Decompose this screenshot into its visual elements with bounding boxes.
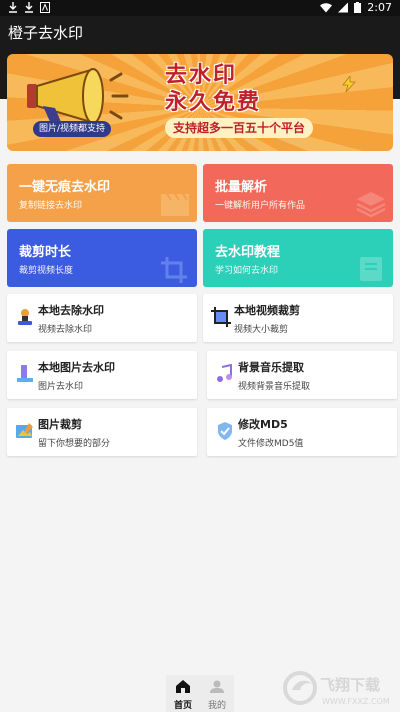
banner-headline: 去水印 永久免费 xyxy=(165,62,261,116)
app-title: 橙子去水印 xyxy=(8,24,84,42)
tool-subtitle: 视频大小裁剪 xyxy=(234,325,289,335)
site-watermark-logo: 飞翔下载 WWW.FXXZ.COM xyxy=(283,671,390,706)
crop-icon xyxy=(161,257,187,283)
feature-card-remove-watermark[interactable]: 一键无痕去水印 复制链接去水印 xyxy=(7,164,197,222)
tool-local-video-crop[interactable]: 本地视频裁剪 视频大小裁剪 xyxy=(203,294,393,342)
app-notification-icon xyxy=(40,2,50,13)
tool-local-image-remove-watermark[interactable]: 本地图片去水印 图片去水印 xyxy=(7,351,197,399)
music-note-icon xyxy=(217,364,232,382)
feature-card-title: 去水印教程 xyxy=(215,245,281,260)
clapperboard-icon xyxy=(161,193,189,216)
tool-local-remove-watermark[interactable]: 本地去除水印 视频去除水印 xyxy=(7,294,197,342)
tool-title: 背景音乐提取 xyxy=(238,361,304,374)
feature-card-subtitle: 复制链接去水印 xyxy=(19,201,83,211)
banner-headline-2: 永久免费 xyxy=(165,90,262,115)
signal-icon xyxy=(338,2,349,13)
nav-mine[interactable]: 我的 xyxy=(200,677,234,711)
watermark-text: 飞翔下载 xyxy=(320,676,380,694)
promo-banner[interactable]: 去水印 永久免费 图片/视频都支持 支持超多一百五十个平台 xyxy=(7,54,393,151)
home-icon xyxy=(176,680,190,693)
image-edit-icon xyxy=(16,423,33,438)
download-icon xyxy=(9,2,17,13)
tool-title: 本地视频裁剪 xyxy=(234,304,300,317)
tool-title: 本地图片去水印 xyxy=(38,361,115,374)
feature-card-subtitle: 一键解析用户所有作品 xyxy=(215,201,306,211)
feature-card-subtitle: 裁剪视频长度 xyxy=(19,266,74,276)
status-bar: 2:07 xyxy=(0,0,400,16)
watermark-url: WWW.FXXZ.COM xyxy=(322,697,390,706)
wifi-icon xyxy=(320,3,333,13)
megaphone-icon xyxy=(27,68,129,124)
tool-extract-bgm[interactable]: 背景音乐提取 视频背景音乐提取 xyxy=(207,351,397,399)
feature-card-title: 批量解析 xyxy=(215,180,268,195)
lightning-icon xyxy=(342,76,356,92)
tool-title: 图片裁剪 xyxy=(38,418,82,431)
banner-support: 支持超多一百五十个平台 xyxy=(165,118,314,138)
tool-subtitle: 视频背景音乐提取 xyxy=(238,382,311,392)
nav-home[interactable]: 首页 xyxy=(166,677,200,711)
bottom-nav: 首页 我的 xyxy=(166,675,234,712)
banner-headline-1: 去水印 xyxy=(165,63,238,88)
shield-icon xyxy=(218,422,232,440)
clock: 2:07 xyxy=(367,1,392,14)
download-icon xyxy=(25,2,33,13)
feature-card-tutorial[interactable]: 去水印教程 学习如何去水印 xyxy=(203,229,393,287)
feature-card-title: 裁剪时长 xyxy=(19,245,72,260)
stamp-icon xyxy=(18,309,32,325)
tool-subtitle: 图片去水印 xyxy=(38,382,84,392)
tool-modify-md5[interactable]: 修改MD5 文件修改MD5值 xyxy=(207,408,397,456)
feature-card-trim-duration[interactable]: 裁剪时长 裁剪视频长度 xyxy=(7,229,197,287)
book-icon xyxy=(360,257,382,281)
feature-card-subtitle: 学习如何去水印 xyxy=(215,266,279,276)
tool-title: 修改MD5 xyxy=(238,418,288,431)
banner-pill: 图片/视频都支持 xyxy=(33,121,112,137)
feature-card-batch-parse[interactable]: 批量解析 一键解析用户所有作品 xyxy=(203,164,393,222)
nav-home-label: 首页 xyxy=(173,701,192,711)
nav-mine-label: 我的 xyxy=(207,701,226,711)
feature-card-title: 一键无痕去水印 xyxy=(19,180,111,195)
user-icon xyxy=(210,680,224,693)
battery-icon xyxy=(354,2,362,13)
tool-image-crop[interactable]: 图片裁剪 留下你想要的部分 xyxy=(7,408,197,456)
tool-subtitle: 视频去除水印 xyxy=(38,325,93,335)
tool-subtitle: 留下你想要的部分 xyxy=(38,439,111,449)
layers-icon xyxy=(356,192,386,218)
tool-subtitle: 文件修改MD5值 xyxy=(238,439,304,449)
eraser-icon xyxy=(17,365,33,382)
tool-title: 本地去除水印 xyxy=(38,304,104,317)
crop-icon xyxy=(211,307,231,327)
